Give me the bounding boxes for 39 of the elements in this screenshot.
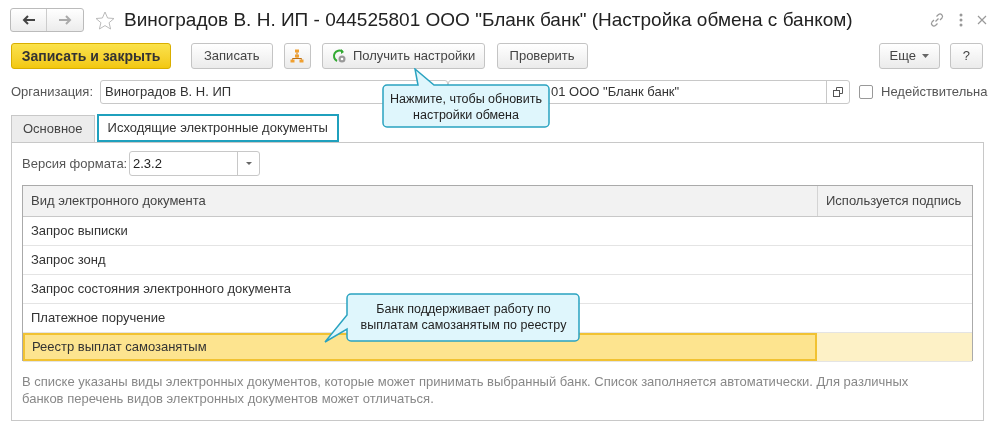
open-icon[interactable] <box>833 87 843 97</box>
caret-icon <box>922 54 929 58</box>
toolbar-button[interactable]: Записать <box>191 43 273 69</box>
callout-tooltip: Нажмите, чтобы обновить настройки обмена <box>382 68 550 128</box>
star-icon[interactable] <box>95 10 115 30</box>
table-cell-text: Платежное поручение <box>31 309 166 328</box>
hint-text: В списке указаны виды электронных документов, которые может принимать выбранный банк. Список заполняется автоматически. Для различных банков перечень видов электронных документов может отличаться. <box>22 373 910 407</box>
structure-button[interactable] <box>283 43 311 69</box>
column-header[interactable]: Вид электронного документа <box>23 186 817 216</box>
column-header[interactable]: Используется подпись <box>817 186 972 216</box>
hierarchy-icon <box>290 49 305 63</box>
table-cell-text: Реестр выплат самозанятым <box>32 338 207 357</box>
more-button[interactable]: Еще <box>878 43 940 69</box>
table-cell-text: Запрос состояния электронного документа <box>31 280 291 299</box>
table-cell-text: Запрос выписки <box>31 222 128 241</box>
callout-tooltip: Банк поддерживает работу по выплатам самозанятым по реестру <box>324 293 580 344</box>
field-label: Организация: <box>11 83 95 102</box>
get-settings-button[interactable]: Получить настройки <box>321 43 485 69</box>
format-version-dropdown[interactable]: 2.3.2 <box>129 151 260 176</box>
table-row[interactable]: Запрос выписки <box>23 217 972 246</box>
table-cell-text: Запрос зонд <box>31 251 106 270</box>
back-arrow-icon <box>21 15 36 25</box>
tab[interactable]: Основное <box>11 115 95 142</box>
save-and-close-button[interactable]: Записать и закрыть <box>11 43 171 69</box>
more-icon[interactable] <box>959 13 963 27</box>
table-row[interactable]: Запрос зонд <box>23 246 972 275</box>
toolbar-button[interactable]: Проверить <box>496 43 588 69</box>
forward-arrow-icon <box>58 15 72 25</box>
refresh-gear-icon <box>330 48 347 64</box>
close-icon[interactable] <box>977 15 987 25</box>
field-label: Версия формата: <box>22 154 129 173</box>
checkbox[interactable] <box>859 85 873 99</box>
link-icon[interactable] <box>929 12 945 28</box>
checkbox-label: Недействительна <box>881 83 988 102</box>
caret-icon <box>245 162 252 165</box>
tab[interactable]: Исходящие электронные документы <box>96 114 339 142</box>
navigation-button-group[interactable] <box>10 8 84 32</box>
window-title: Виноградов В. Н. ИП - 044525801 ООО "Бланк банк" (Настройка обмена с банком) <box>124 7 853 32</box>
toolbar-button[interactable]: ? <box>949 43 983 69</box>
